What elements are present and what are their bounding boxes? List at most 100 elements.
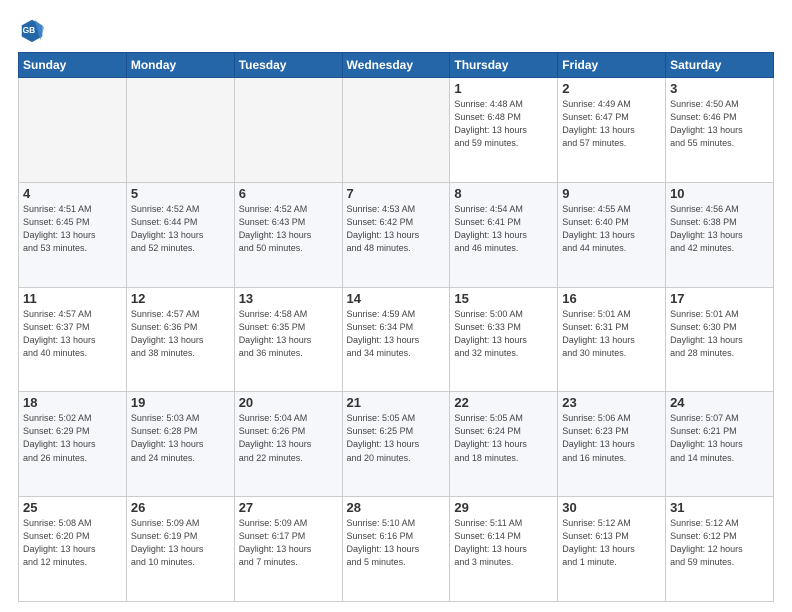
calendar-cell: 4 Sunrise: 4:51 AM Sunset: 6:45 PM Daylig… [19,182,127,287]
calendar-week-5: 25 Sunrise: 5:08 AM Sunset: 6:20 PM Dayli… [19,497,774,602]
day-info: Sunrise: 5:01 AM Sunset: 6:30 PM Dayligh… [670,308,769,360]
calendar-week-3: 11 Sunrise: 4:57 AM Sunset: 6:37 PM Dayli… [19,287,774,392]
day-number: 24 [670,395,769,410]
day-number: 5 [131,186,230,201]
calendar-cell: 27 Sunrise: 5:09 AM Sunset: 6:17 PM Dayli… [234,497,342,602]
day-number: 17 [670,291,769,306]
day-info: Sunrise: 4:51 AM Sunset: 6:45 PM Dayligh… [23,203,122,255]
day-number: 27 [239,500,338,515]
calendar-header-thursday: Thursday [450,53,558,78]
day-number: 18 [23,395,122,410]
day-number: 4 [23,186,122,201]
page: GB SundayMondayTuesdayWednesdayThursdayF… [0,0,792,612]
day-info: Sunrise: 5:07 AM Sunset: 6:21 PM Dayligh… [670,412,769,464]
day-number: 20 [239,395,338,410]
logo-icon: GB [18,16,46,44]
calendar-cell: 22 Sunrise: 5:05 AM Sunset: 6:24 PM Dayli… [450,392,558,497]
calendar-cell: 6 Sunrise: 4:52 AM Sunset: 6:43 PM Daylig… [234,182,342,287]
svg-text:GB: GB [23,25,36,35]
day-number: 9 [562,186,661,201]
day-info: Sunrise: 4:48 AM Sunset: 6:48 PM Dayligh… [454,98,553,150]
calendar-cell: 5 Sunrise: 4:52 AM Sunset: 6:44 PM Daylig… [126,182,234,287]
calendar-cell: 21Sunrise: 5:05 AM Sunset: 6:25 PM Dayli… [342,392,450,497]
day-info: Sunrise: 5:06 AM Sunset: 6:23 PM Dayligh… [562,412,661,464]
day-number: 15 [454,291,553,306]
day-number: 13 [239,291,338,306]
calendar-header-wednesday: Wednesday [342,53,450,78]
day-info: Sunrise: 5:05 AM Sunset: 6:24 PM Dayligh… [454,412,553,464]
day-info: Sunrise: 4:58 AM Sunset: 6:35 PM Dayligh… [239,308,338,360]
calendar-cell: 18Sunrise: 5:02 AM Sunset: 6:29 PM Dayli… [19,392,127,497]
calendar-cell: 24 Sunrise: 5:07 AM Sunset: 6:21 PM Dayli… [666,392,774,497]
day-info: Sunrise: 5:08 AM Sunset: 6:20 PM Dayligh… [23,517,122,569]
calendar-week-4: 18Sunrise: 5:02 AM Sunset: 6:29 PM Dayli… [19,392,774,497]
calendar-cell: 8Sunrise: 4:54 AM Sunset: 6:41 PM Daylig… [450,182,558,287]
day-number: 26 [131,500,230,515]
day-info: Sunrise: 5:01 AM Sunset: 6:31 PM Dayligh… [562,308,661,360]
calendar-header-row: SundayMondayTuesdayWednesdayThursdayFrid… [19,53,774,78]
calendar-week-2: 4 Sunrise: 4:51 AM Sunset: 6:45 PM Daylig… [19,182,774,287]
day-number: 1 [454,81,553,96]
calendar-cell: 28 Sunrise: 5:10 AM Sunset: 6:16 PM Dayli… [342,497,450,602]
calendar-cell: 20 Sunrise: 5:04 AM Sunset: 6:26 PM Dayli… [234,392,342,497]
calendar-cell: 12 Sunrise: 4:57 AM Sunset: 6:36 PM Dayli… [126,287,234,392]
calendar-header-monday: Monday [126,53,234,78]
calendar-cell: 11 Sunrise: 4:57 AM Sunset: 6:37 PM Dayli… [19,287,127,392]
day-number: 25 [23,500,122,515]
calendar-cell: 31Sunrise: 5:12 AM Sunset: 6:12 PM Dayli… [666,497,774,602]
day-info: Sunrise: 5:09 AM Sunset: 6:17 PM Dayligh… [239,517,338,569]
day-info: Sunrise: 5:04 AM Sunset: 6:26 PM Dayligh… [239,412,338,464]
calendar-table: SundayMondayTuesdayWednesdayThursdayFrid… [18,52,774,602]
day-info: Sunrise: 4:56 AM Sunset: 6:38 PM Dayligh… [670,203,769,255]
day-info: Sunrise: 4:53 AM Sunset: 6:42 PM Dayligh… [347,203,446,255]
day-number: 10 [670,186,769,201]
day-number: 16 [562,291,661,306]
day-info: Sunrise: 5:10 AM Sunset: 6:16 PM Dayligh… [347,517,446,569]
day-info: Sunrise: 4:57 AM Sunset: 6:36 PM Dayligh… [131,308,230,360]
day-info: Sunrise: 4:55 AM Sunset: 6:40 PM Dayligh… [562,203,661,255]
day-number: 12 [131,291,230,306]
calendar-header-saturday: Saturday [666,53,774,78]
day-number: 11 [23,291,122,306]
calendar-cell: 2 Sunrise: 4:49 AM Sunset: 6:47 PM Daylig… [558,78,666,183]
calendar-cell: 13 Sunrise: 4:58 AM Sunset: 6:35 PM Dayli… [234,287,342,392]
day-number: 3 [670,81,769,96]
calendar-cell: 9 Sunrise: 4:55 AM Sunset: 6:40 PM Daylig… [558,182,666,287]
calendar-cell [342,78,450,183]
calendar-cell [19,78,127,183]
day-info: Sunrise: 4:49 AM Sunset: 6:47 PM Dayligh… [562,98,661,150]
calendar-cell: 30 Sunrise: 5:12 AM Sunset: 6:13 PM Dayli… [558,497,666,602]
day-number: 6 [239,186,338,201]
day-number: 21 [347,395,446,410]
header: GB [18,16,774,44]
day-number: 28 [347,500,446,515]
day-number: 29 [454,500,553,515]
calendar-cell: 1 Sunrise: 4:48 AM Sunset: 6:48 PM Daylig… [450,78,558,183]
calendar-header-friday: Friday [558,53,666,78]
day-number: 23 [562,395,661,410]
logo: GB [18,16,50,44]
calendar-cell [126,78,234,183]
calendar-cell: 15Sunrise: 5:00 AM Sunset: 6:33 PM Dayli… [450,287,558,392]
calendar-cell: 25 Sunrise: 5:08 AM Sunset: 6:20 PM Dayli… [19,497,127,602]
day-info: Sunrise: 5:11 AM Sunset: 6:14 PM Dayligh… [454,517,553,569]
calendar-cell: 23 Sunrise: 5:06 AM Sunset: 6:23 PM Dayli… [558,392,666,497]
day-info: Sunrise: 5:09 AM Sunset: 6:19 PM Dayligh… [131,517,230,569]
calendar-cell [234,78,342,183]
day-number: 2 [562,81,661,96]
day-info: Sunrise: 5:12 AM Sunset: 6:13 PM Dayligh… [562,517,661,569]
day-info: Sunrise: 5:03 AM Sunset: 6:28 PM Dayligh… [131,412,230,464]
day-info: Sunrise: 4:52 AM Sunset: 6:44 PM Dayligh… [131,203,230,255]
day-number: 22 [454,395,553,410]
calendar-cell: 14Sunrise: 4:59 AM Sunset: 6:34 PM Dayli… [342,287,450,392]
calendar-cell: 19 Sunrise: 5:03 AM Sunset: 6:28 PM Dayli… [126,392,234,497]
calendar-cell: 17 Sunrise: 5:01 AM Sunset: 6:30 PM Dayli… [666,287,774,392]
calendar-cell: 26 Sunrise: 5:09 AM Sunset: 6:19 PM Dayli… [126,497,234,602]
day-info: Sunrise: 4:57 AM Sunset: 6:37 PM Dayligh… [23,308,122,360]
calendar-cell: 3Sunrise: 4:50 AM Sunset: 6:46 PM Daylig… [666,78,774,183]
day-number: 19 [131,395,230,410]
day-info: Sunrise: 4:54 AM Sunset: 6:41 PM Dayligh… [454,203,553,255]
day-info: Sunrise: 4:52 AM Sunset: 6:43 PM Dayligh… [239,203,338,255]
day-number: 30 [562,500,661,515]
calendar-cell: 7Sunrise: 4:53 AM Sunset: 6:42 PM Daylig… [342,182,450,287]
